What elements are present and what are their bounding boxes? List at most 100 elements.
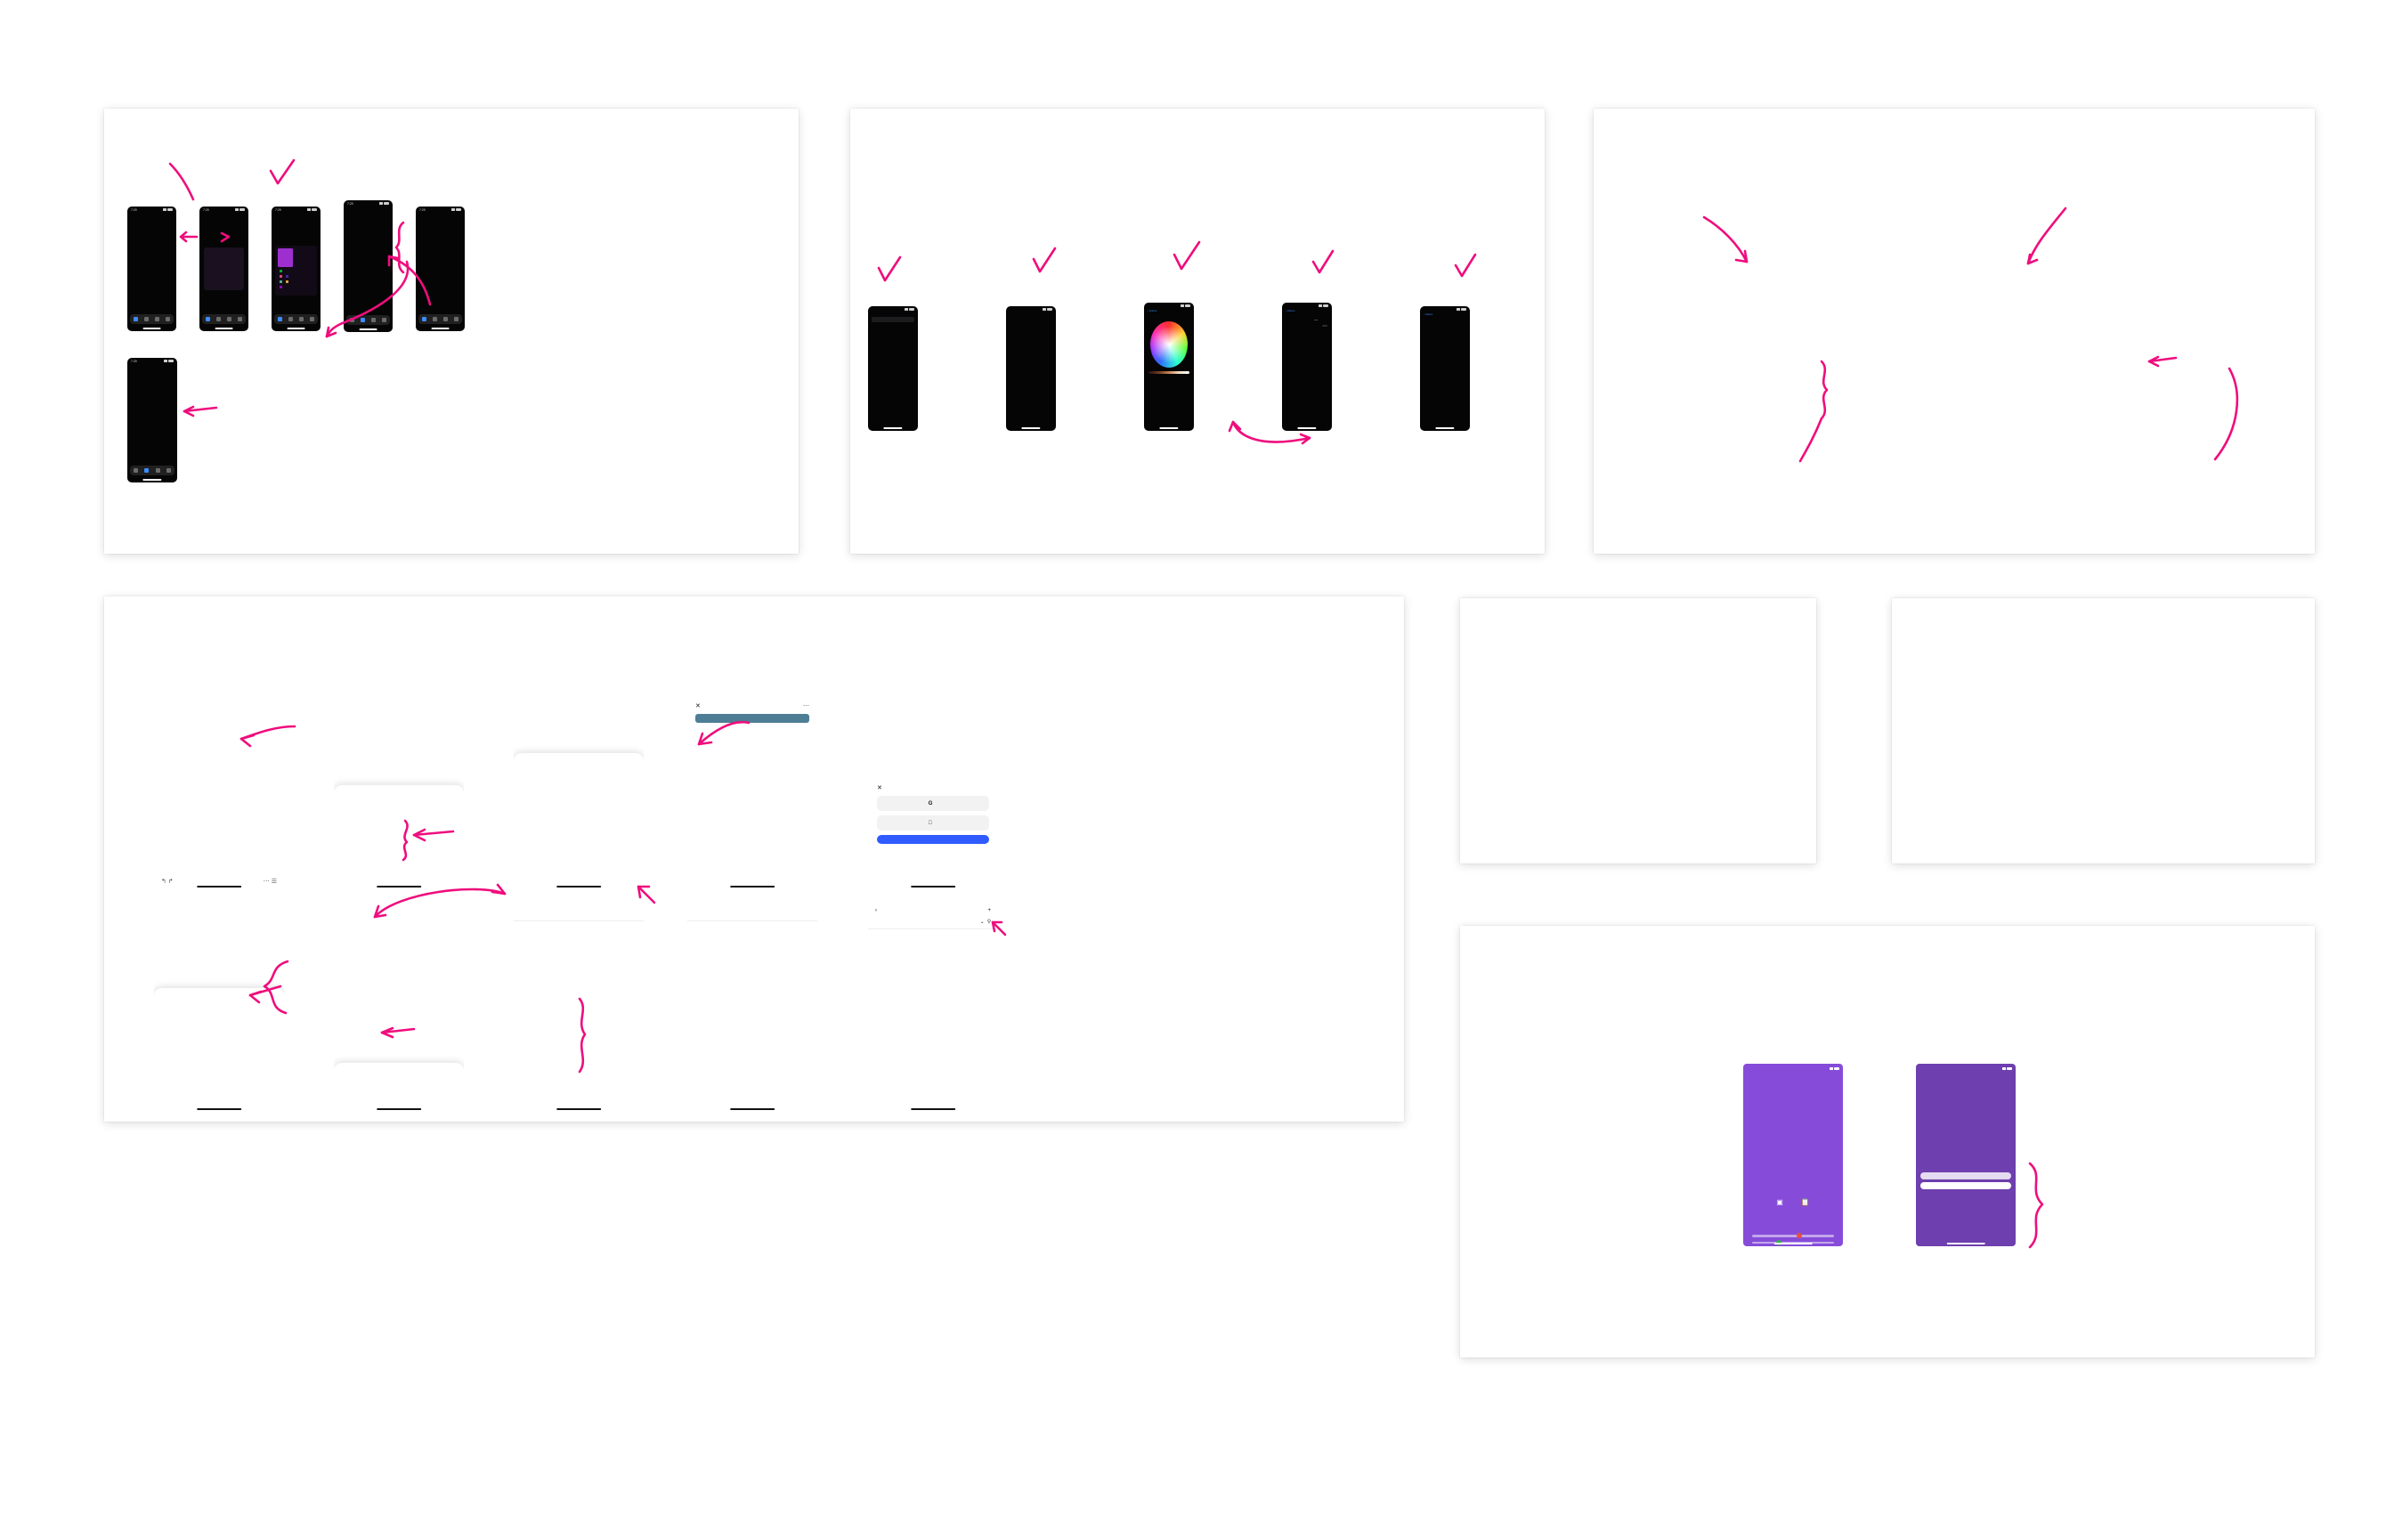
tools-action-sheet[interactable] bbox=[334, 1063, 464, 1113]
image-icon[interactable] bbox=[227, 317, 232, 321]
more-icon[interactable]: ⋯ bbox=[803, 702, 809, 709]
palette-selector-strip[interactable] bbox=[695, 866, 809, 878]
phone-copy-sheet[interactable] bbox=[1916, 1064, 2016, 1246]
bottom-toolbar[interactable] bbox=[346, 315, 390, 325]
cooler-library-explore[interactable]: ‹ + ⌄ ⚲ bbox=[868, 903, 998, 1113]
cooler-palette-view[interactable]: ↰ ↱ ⋯ ☰ bbox=[154, 698, 284, 890]
cancel-button[interactable] bbox=[334, 1063, 464, 1075]
cancel-button[interactable] bbox=[1920, 1182, 2011, 1189]
phone-rgb-sliders[interactable]: ‹ Outrun bbox=[1282, 303, 1332, 431]
library-filter-row[interactable]: ⌄ ⚲ bbox=[868, 916, 998, 929]
phone-outrun-swatches[interactable] bbox=[1006, 306, 1056, 431]
edit-action-sheet[interactable] bbox=[334, 785, 464, 890]
image-icon[interactable] bbox=[155, 317, 160, 321]
adjust-buttons[interactable] bbox=[514, 920, 644, 927]
bottom-toolbar[interactable] bbox=[130, 314, 174, 324]
grid-icon[interactable] bbox=[310, 317, 315, 321]
palette-icon[interactable] bbox=[144, 468, 150, 473]
cooler-adjust-palette[interactable] bbox=[514, 920, 644, 1113]
battery-icon bbox=[167, 208, 173, 211]
chevron-down-icon[interactable]: ⌄ bbox=[980, 920, 985, 925]
cancel-button[interactable] bbox=[514, 753, 644, 766]
image-icon[interactable] bbox=[371, 318, 377, 322]
red-slider[interactable] bbox=[1752, 1233, 1834, 1239]
status-bar bbox=[1743, 1064, 1843, 1073]
brightness-slider[interactable] bbox=[1148, 371, 1189, 374]
palette-icon[interactable] bbox=[205, 317, 210, 321]
image-icon[interactable] bbox=[155, 468, 160, 473]
signup-sheet[interactable]: ✕ G  bbox=[868, 778, 998, 890]
phone-color-picker[interactable]: ▣ 📋 bbox=[1743, 1064, 1843, 1246]
color-preview bbox=[1743, 1073, 1843, 1189]
cooler-tools-menu[interactable] bbox=[334, 920, 464, 1113]
grid-icon[interactable] bbox=[382, 318, 387, 322]
refresh-icon[interactable] bbox=[143, 317, 149, 321]
cooler-signup[interactable]: ✕ G  bbox=[868, 698, 998, 890]
add-icon[interactable]: + bbox=[987, 907, 991, 913]
phone-material-palette-list[interactable]: 7:29 bbox=[127, 207, 176, 331]
close-icon[interactable]: ✕ bbox=[695, 702, 701, 709]
bottom-toolbar[interactable] bbox=[130, 466, 174, 475]
copy-action-sheet[interactable] bbox=[1920, 1172, 2011, 1179]
phone-colormap-page[interactable]: 7:29 bbox=[127, 358, 177, 482]
palette-strip[interactable] bbox=[1286, 409, 1328, 422]
grid-icon[interactable] bbox=[238, 317, 243, 321]
palette-icon[interactable] bbox=[277, 317, 282, 321]
cooler-palette-menu[interactable] bbox=[514, 698, 644, 890]
bottom-toolbar[interactable] bbox=[202, 314, 246, 324]
back-button[interactable]: ‹ Outrun bbox=[1286, 309, 1294, 312]
cooler-export-menu[interactable] bbox=[154, 920, 284, 1113]
cooler-color-blindness[interactable] bbox=[687, 920, 817, 1113]
grid-icon[interactable] bbox=[454, 317, 459, 321]
hex-field-value[interactable] bbox=[1322, 325, 1327, 328]
continue-email-button[interactable] bbox=[877, 835, 989, 844]
close-icon[interactable]: ✕ bbox=[877, 784, 882, 791]
menu-icon[interactable]: ⋯ ☰ bbox=[264, 878, 277, 885]
grid-icon[interactable] bbox=[166, 468, 172, 473]
phone-large-palette-grid[interactable]: 7:29 bbox=[416, 207, 465, 331]
red-knob[interactable] bbox=[1797, 1233, 1803, 1239]
library-header[interactable]: ‹ + bbox=[868, 903, 998, 916]
refresh-icon[interactable] bbox=[432, 317, 437, 321]
continue-google-button[interactable]: G bbox=[877, 796, 989, 811]
palette-icon[interactable] bbox=[360, 318, 365, 322]
back-icon[interactable]: ‹ bbox=[875, 907, 877, 913]
phone-color-wheel[interactable]: ‹ Outrun bbox=[1144, 303, 1194, 431]
home-icon[interactable] bbox=[349, 318, 354, 322]
palette-action-sheet[interactable] bbox=[514, 753, 644, 890]
grid-icon[interactable] bbox=[166, 317, 171, 321]
refresh-icon[interactable] bbox=[215, 317, 221, 321]
bottom-toolbar[interactable] bbox=[418, 314, 462, 324]
refresh-icon[interactable] bbox=[288, 317, 293, 321]
colorblind-buttons[interactable] bbox=[687, 920, 817, 927]
cooler-view-palette[interactable]: ✕ ⋯ bbox=[687, 698, 817, 890]
signal-icon bbox=[1829, 1066, 1833, 1070]
export-action-sheet[interactable] bbox=[154, 988, 284, 1113]
search-icon[interactable]: ⚲ bbox=[987, 920, 991, 925]
search-input[interactable] bbox=[872, 317, 914, 322]
image-icon[interactable] bbox=[299, 317, 304, 321]
tool-row[interactable] bbox=[1144, 312, 1194, 318]
continue-apple-button[interactable]:  bbox=[877, 815, 989, 831]
phone-all-palettes[interactable] bbox=[868, 306, 918, 431]
color-wheel[interactable] bbox=[1150, 321, 1188, 368]
palette-strip[interactable] bbox=[1148, 409, 1190, 422]
cooler-edit-menu[interactable] bbox=[334, 698, 464, 890]
palette-icon[interactable] bbox=[133, 317, 138, 321]
image-icon[interactable] bbox=[443, 317, 449, 321]
home-icon[interactable] bbox=[133, 468, 138, 473]
hex-row[interactable]: ▣ 📋 bbox=[1743, 1189, 1843, 1210]
undo-icon[interactable]: ↰ ↱ bbox=[161, 878, 174, 885]
shuffle-icon[interactable]: ▣ bbox=[1776, 1198, 1783, 1206]
palette-icon[interactable] bbox=[421, 317, 426, 321]
adjacent-swatch-1 bbox=[280, 275, 282, 278]
back-button[interactable]: ‹ Outrun bbox=[1148, 309, 1156, 312]
phone-saved-palette-view[interactable]: ‹ Outrun bbox=[1420, 306, 1470, 431]
bottom-toolbar[interactable] bbox=[274, 314, 318, 324]
copy-icon[interactable]: 📋 bbox=[1801, 1198, 1810, 1206]
cancel-button[interactable] bbox=[334, 785, 464, 798]
phone-color-detail[interactable]: 7:29 bbox=[272, 207, 321, 331]
phone-gradient-list[interactable]: 7:29 bbox=[344, 200, 393, 332]
cancel-button[interactable] bbox=[154, 988, 284, 1001]
phone-material-preview-popup[interactable]: 7:29 bbox=[199, 207, 248, 331]
